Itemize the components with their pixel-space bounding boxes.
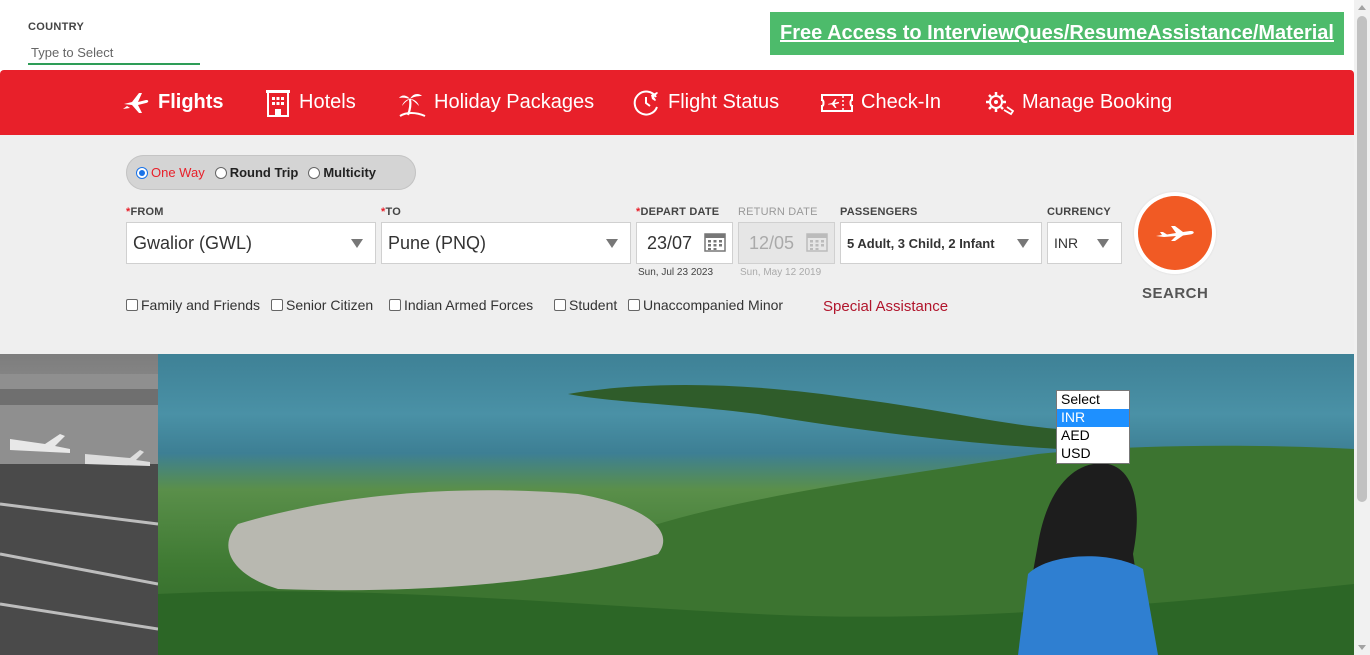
trip-type-selector: One Way Round Trip Multicity	[126, 155, 416, 190]
promo-banner: Free Access to InterviewQues/ResumeAssis…	[770, 12, 1344, 55]
checkbox-student[interactable]: Student	[554, 297, 617, 313]
currency-label: CURRENCY	[1047, 206, 1111, 218]
checkbox-label: Senior Citizen	[286, 297, 374, 313]
scroll-down-arrow-icon[interactable]	[1358, 645, 1366, 650]
depart-date-input[interactable]: 23/07	[636, 222, 733, 264]
currency-option-select[interactable]: Select	[1057, 391, 1129, 409]
currency-select[interactable]: INR	[1047, 222, 1122, 264]
chevron-down-icon	[351, 239, 363, 248]
hero-banner	[0, 354, 1354, 655]
boarding-pass-icon	[821, 93, 853, 112]
currency-option-usd[interactable]: USD	[1057, 445, 1129, 463]
return-label: RETURN DATE	[738, 206, 818, 218]
special-assistance-link[interactable]: Special Assistance	[823, 298, 948, 315]
return-date-input[interactable]: 12/05	[738, 222, 835, 264]
passengers-value: 5 Adult, 3 Child, 2 Infant	[847, 235, 995, 251]
nav-item-flights[interactable]: Flights	[122, 70, 224, 135]
airport-illustration	[0, 374, 159, 655]
checkbox[interactable]	[389, 299, 401, 311]
depart-date-full: Sun, Jul 23 2023	[638, 267, 714, 278]
currency-value: INR	[1054, 235, 1079, 251]
search-label: SEARCH	[1142, 285, 1209, 302]
depart-label: *DEPART DATE	[636, 206, 719, 218]
page-scrollbar[interactable]	[1354, 0, 1370, 655]
scroll-up-arrow-icon[interactable]	[1358, 5, 1366, 10]
gear-icon	[986, 91, 1014, 115]
search-button-circle[interactable]	[1138, 196, 1212, 270]
top-bar: COUNTRY Free Access to InterviewQues/Res…	[0, 0, 1354, 70]
hero-landscape-image	[158, 354, 1354, 655]
to-label-text: TO	[385, 206, 401, 218]
clock-plane-icon	[633, 90, 658, 116]
from-label-text: FROM	[130, 206, 164, 218]
nav-item-label: Flight Status	[668, 91, 780, 113]
hotel-icon	[266, 89, 290, 117]
calendar-icon	[806, 233, 828, 252]
search-panel: One Way Round Trip Multicity *FROM Gwali…	[0, 135, 1354, 354]
nav-item-hotels[interactable]: Hotels	[265, 70, 356, 135]
to-select[interactable]: Pune (PNQ)	[381, 222, 631, 264]
trip-multicity-label: Multicity	[323, 165, 377, 180]
from-select[interactable]: Gwalior (GWL)	[126, 222, 376, 264]
to-label: *TO	[381, 206, 401, 218]
chevron-down-icon	[1097, 239, 1109, 248]
checkbox-label: Family and Friends	[141, 297, 261, 313]
promo-link[interactable]: Free Access to InterviewQues/ResumeAssis…	[780, 22, 1334, 45]
checkbox-label: Student	[569, 297, 618, 313]
nav-item-label: Hotels	[299, 91, 356, 113]
calendar-icon[interactable]	[704, 231, 726, 253]
checkbox-senior-citizen[interactable]: Senior Citizen	[271, 297, 373, 313]
radio-button[interactable]	[308, 166, 321, 179]
plane-icon	[1156, 226, 1194, 241]
checkbox-family-and-friends[interactable]: Family and Friends	[126, 297, 260, 313]
checkbox[interactable]	[628, 299, 640, 311]
landscape-illustration	[158, 384, 1354, 655]
country-input[interactable]	[28, 41, 200, 65]
currency-option-inr[interactable]: INR	[1057, 409, 1129, 427]
depart-label-text: DEPART DATE	[640, 206, 720, 218]
from-label: *FROM	[126, 206, 164, 218]
checkbox-unaccompanied-minor[interactable]: Unaccompanied Minor	[628, 297, 783, 313]
nav-item-manage-booking[interactable]: Manage Booking	[984, 70, 1172, 135]
chevron-down-icon	[1017, 239, 1029, 248]
nav-item-label: Holiday Packages	[434, 91, 595, 113]
nav-item-label: Flights	[158, 91, 224, 113]
nav-item-label: Check-In	[861, 91, 942, 113]
currency-option-aed[interactable]: AED	[1057, 427, 1129, 445]
nav-item-label: Manage Booking	[1022, 91, 1173, 113]
radio-button[interactable]	[136, 166, 148, 179]
scrollbar-thumb[interactable]	[1357, 16, 1367, 502]
from-value: Gwalior (GWL)	[133, 232, 253, 253]
hero-airport-image	[0, 354, 159, 655]
to-value: Pune (PNQ)	[388, 232, 487, 253]
country-label: COUNTRY	[28, 21, 85, 33]
search-button[interactable]	[1134, 192, 1216, 274]
depart-date-value: 23/07	[647, 232, 693, 253]
checkbox-indian-armed-forces[interactable]: Indian Armed Forces	[389, 297, 533, 313]
trip-one-way-label: One Way	[151, 165, 205, 180]
return-date-value: 12/05	[749, 232, 795, 253]
nav-item-check-in[interactable]: Check-In	[821, 70, 941, 135]
checkbox[interactable]	[554, 299, 566, 311]
nav-item-holiday-packages[interactable]: Holiday Packages	[398, 70, 594, 135]
checkbox-label: Indian Armed Forces	[404, 297, 534, 313]
trip-round-trip[interactable]: Round Trip	[214, 165, 299, 180]
trip-multicity[interactable]: Multicity	[308, 165, 376, 180]
chevron-down-icon	[606, 239, 618, 248]
trip-one-way[interactable]: One Way	[136, 165, 205, 180]
return-date-full: Sun, May 12 2019	[740, 267, 822, 278]
checkbox[interactable]	[271, 299, 283, 311]
radio-button[interactable]	[214, 166, 227, 179]
trip-round-trip-label: Round Trip	[229, 165, 299, 180]
checkbox[interactable]	[126, 299, 138, 311]
palm-tree-icon	[399, 93, 426, 117]
nav-item-flight-status[interactable]: Flight Status	[632, 70, 779, 135]
currency-dropdown-list: Select INR AED USD	[1056, 390, 1130, 464]
plane-icon	[123, 92, 149, 113]
checkbox-label: Unaccompanied Minor	[643, 297, 784, 313]
passengers-select[interactable]: 5 Adult, 3 Child, 2 Infant	[840, 222, 1042, 264]
passengers-label: PASSENGERS	[840, 206, 918, 218]
main-nav: Flights Hotels Holiday Packages Flight S…	[0, 70, 1354, 135]
